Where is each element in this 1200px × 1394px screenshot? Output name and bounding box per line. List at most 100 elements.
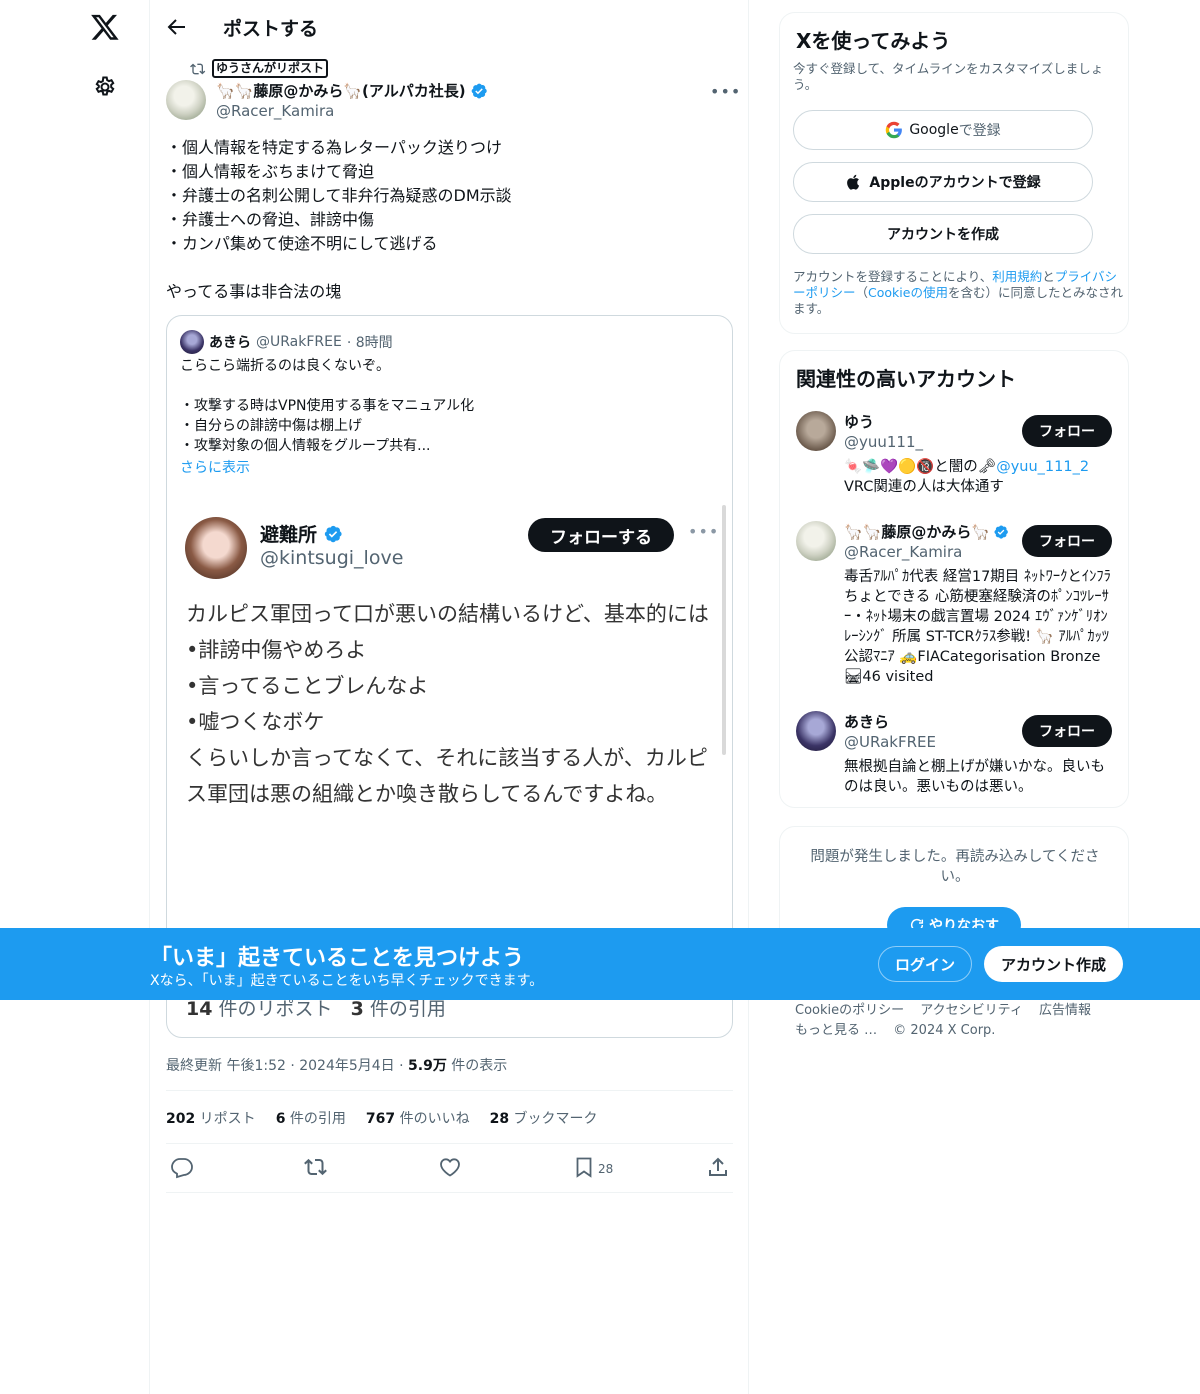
views-label: 件の表示 <box>446 1058 508 1074</box>
related-name[interactable]: ゆう <box>844 411 874 432</box>
likes-count[interactable]: 767 件のいいね <box>366 1108 470 1128</box>
apple-signup-button[interactable]: Appleのアカウントで登録 <box>793 162 1093 202</box>
cookie-link[interactable]: Cookieの使用 <box>868 285 948 300</box>
repost-icon <box>190 63 206 74</box>
footer-link[interactable]: もっと見る … <box>795 1023 877 1038</box>
author-name-row[interactable]: 🦙🦙藤原@かみら🦙(アルパカ社長) <box>216 80 488 101</box>
banner-subtitle: Xなら、「いま」起きていることをいち早くチェックできます。 <box>150 973 544 989</box>
screenshot-follow-button: フォローする <box>528 518 674 552</box>
quoted-avatar <box>180 330 204 354</box>
screenshot-more-icon: ••• <box>688 522 720 541</box>
google-icon <box>886 121 903 139</box>
quotes-count[interactable]: 6 件の引用 <box>276 1108 346 1128</box>
bio-mention-link[interactable]: @yuu_111_2 <box>996 459 1089 475</box>
screenshot-name-row: 避難所 <box>260 520 343 547</box>
login-button[interactable]: ログイン <box>878 946 972 982</box>
back-arrow-icon[interactable] <box>164 15 188 39</box>
screenshot-author-name: 避難所 <box>260 524 318 546</box>
quoted-time: · 8時間 <box>346 335 393 351</box>
screenshot-verified-icon <box>324 525 342 542</box>
screenshot-avatar <box>185 517 247 579</box>
create-account-label: アカウントを作成 <box>887 227 999 243</box>
banner-title: 「いま」起きていることを見つけよう <box>150 946 525 971</box>
apple-signup-label: Appleのアカウントで登録 <box>869 175 1041 191</box>
follow-button[interactable]: フォロー <box>1022 415 1112 447</box>
quoted-post-header: あきら @URakFREE · 8時間 <box>180 330 393 354</box>
google-signup-label: で登録 <box>958 123 1001 139</box>
reply-icon[interactable] <box>170 1155 194 1179</box>
bookmark-icon[interactable] <box>572 1155 596 1179</box>
related-account[interactable]: ゆう @yuu111_ フォロー 🍬🛸💜🟡🔞と闇の🗝@yuu_111_2 VRC… <box>796 411 1116 501</box>
quoted-text: こらこら端折るのは良くないぞ。 ・攻撃する時はVPN使用する事をマニュアル化 ・… <box>180 358 475 454</box>
footer-links: Cookieのポリシー アクセシビリティ 広告情報 もっと見る … © 2024… <box>795 1001 1125 1041</box>
related-name[interactable]: 🦙🦙藤原@かみら🦙 <box>844 521 1009 542</box>
related-title: 関連性の高いアカウント <box>796 367 1016 391</box>
engagement-counts: 202 リポスト 6 件の引用 767 件のいいね 28 ブックマーク <box>166 1108 598 1128</box>
author-name[interactable]: 🦙🦙藤原@かみら🦙(アルパカ社長) <box>216 80 466 101</box>
x-logo-icon[interactable] <box>90 12 120 42</box>
show-more-link[interactable]: さらに表示 <box>180 457 250 477</box>
signup-subtitle: 今すぐ登録して、タイムラインをカスタマイズしましょう。 <box>793 61 1104 92</box>
related-handle[interactable]: @yuu111_ <box>844 433 923 451</box>
divider <box>166 1143 733 1144</box>
quoted-author-handle: @URakFREE <box>256 334 342 350</box>
related-account[interactable]: あきら @URakFREE フォロー 無根拠自論と棚上げが嫌いかな。良いものは良… <box>796 711 1116 801</box>
screenshot-reposts-label: 件のリポスト <box>212 998 333 1020</box>
author-handle[interactable]: @Racer_Kamira <box>216 102 334 120</box>
google-brand: Google <box>909 122 959 138</box>
bookmark-count: 28 <box>598 1162 614 1176</box>
like-icon[interactable] <box>438 1155 462 1179</box>
screenshot-quotes-label: 件の引用 <box>363 998 446 1020</box>
post-text: ・個人情報を特定する為レターパック送りつけ ・個人情報をぶちまけて脅迫 ・弁護士… <box>166 138 512 301</box>
post-meta: 最終更新 午後1:52 · 2024年5月4日 · 5.9万 件の表示 <box>166 1055 507 1075</box>
verified-badge-icon <box>471 83 487 98</box>
header: ポストする <box>150 0 750 54</box>
screenshot-reposts-num: 14 <box>186 998 213 1020</box>
screenshot-text: カルピス軍団って口が悪いの結構いるけど、基本的には •誹謗中傷やめろよ •言って… <box>186 602 709 806</box>
gear-icon[interactable] <box>93 75 117 99</box>
avatar[interactable] <box>796 411 836 451</box>
follow-button[interactable]: フォロー <box>1022 715 1112 747</box>
more-options-button[interactable]: ••• <box>710 82 741 101</box>
terms-text: アカウントを登録することにより、利用規約とプライバシーポリシー（Cookieの使… <box>793 269 1123 316</box>
quoted-author-name: あきら <box>209 335 251 351</box>
avatar[interactable] <box>796 521 836 561</box>
related-name[interactable]: あきら <box>844 711 889 732</box>
footer-link[interactable]: アクセシビリティ <box>920 1003 1023 1018</box>
related-bio: 毒舌ｱﾙﾊﾟｶ代表 経営17期目 ﾈｯﾄﾜｰｸとｲﾝﾌﾗちょとできる 心筋梗塞経… <box>844 569 1111 685</box>
views-count: 5.9万 <box>408 1058 447 1074</box>
share-icon[interactable] <box>706 1155 730 1179</box>
related-bio: 無根拠自論と棚上げが嫌いかな。良いものは良い。悪いものは悪い。 <box>844 759 1105 795</box>
action-bar: 28 <box>166 1155 736 1181</box>
create-account-button[interactable]: アカウントを作成 <box>793 214 1093 254</box>
signup-card: Xを使ってみよう 今すぐ登録して、タイムラインをカスタマイズしましょう。 Goo… <box>779 12 1129 334</box>
footer-link[interactable]: 広告情報 <box>1039 1003 1091 1018</box>
left-nav <box>0 0 150 1394</box>
repost-indicator[interactable]: ゆうさんがリポスト <box>190 59 329 78</box>
screenshot-quotes-num: 3 <box>350 998 364 1020</box>
banner-signup-button[interactable]: アカウント作成 <box>984 946 1123 982</box>
page-title: ポストする <box>223 18 319 40</box>
repost-label[interactable]: ゆうさんがリポスト <box>212 59 329 78</box>
post-timestamp[interactable]: 最終更新 午後1:52 · 2024年5月4日 · <box>166 1058 408 1074</box>
author-avatar[interactable] <box>166 80 206 120</box>
related-handle[interactable]: @Racer_Kamira <box>844 543 962 561</box>
related-account[interactable]: 🦙🦙藤原@かみら🦙 @Racer_Kamira フォロー 毒舌ｱﾙﾊﾟｶ代表 経… <box>796 521 1116 691</box>
apple-icon <box>847 174 860 190</box>
signup-title: Xを使ってみよう <box>796 29 951 53</box>
follow-button[interactable]: フォロー <box>1022 525 1112 557</box>
repost-icon[interactable] <box>304 1155 328 1179</box>
bookmarks-count[interactable]: 28 ブックマーク <box>490 1108 598 1128</box>
divider <box>166 1192 733 1193</box>
reposts-count[interactable]: 202 リポスト <box>166 1108 256 1128</box>
terms-link[interactable]: 利用規約 <box>992 269 1042 284</box>
avatar[interactable] <box>796 711 836 751</box>
main-column: ポストする ゆうさんがリポスト 🦙🦙藤原@かみら🦙(アルパカ社長) @Racer… <box>149 0 749 1394</box>
related-accounts-card: 関連性の高いアカウント ゆう @yuu111_ フォロー 🍬🛸💜🟡🔞と闇の🗝@y… <box>779 350 1129 808</box>
related-handle[interactable]: @URakFREE <box>844 733 936 751</box>
divider <box>166 1090 733 1091</box>
footer-link[interactable]: Cookieのポリシー <box>795 1003 904 1018</box>
image-scrollbar <box>722 505 726 755</box>
verified-badge-icon <box>994 524 1008 539</box>
google-signup-button[interactable]: Google で登録 <box>793 110 1093 150</box>
